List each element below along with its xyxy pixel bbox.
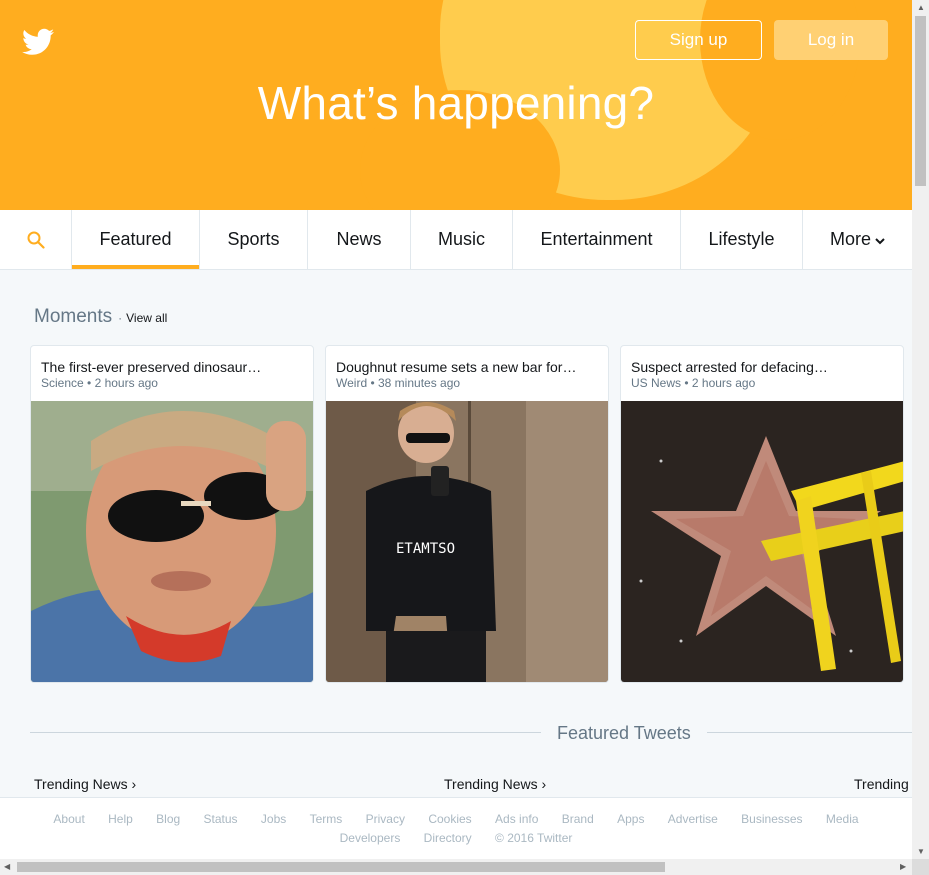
tab-news[interactable]: News [308,210,411,269]
footer-link-jobs[interactable]: Jobs [261,812,286,826]
category-nav: Featured Sports News Music Entertainment… [0,210,912,270]
trending-label: Trending News [444,776,538,792]
footer-link-status[interactable]: Status [204,812,238,826]
footer-link-advertise[interactable]: Advertise [668,812,718,826]
moment-title: Suspect arrested for defacing… [631,359,828,375]
footer-link-media[interactable]: Media [826,812,859,826]
footer-link-privacy[interactable]: Privacy [366,812,405,826]
trending-news-link[interactable]: Trending News › [34,776,136,792]
scrollbar-corner [912,859,929,875]
footer-link-help[interactable]: Help [108,812,133,826]
scroll-down-arrow-icon[interactable]: ▼ [917,847,925,856]
separator: · [118,311,123,325]
moment-title: The first-ever preserved dinosaur… [41,359,262,375]
moment-category: US News [631,376,682,390]
tab-more[interactable]: More [803,210,912,269]
footer-link-developers[interactable]: Developers [340,831,401,845]
featured-tweets-heading: Featured Tweets [557,723,691,743]
page-title: What’s happening? [257,77,655,129]
footer-link-cookies[interactable]: Cookies [428,812,471,826]
moments-title: Moments [34,306,113,327]
footer-links: About Help Blog Status Jobs Terms Privac… [0,812,912,826]
divider [30,732,541,733]
footer-link-blog[interactable]: Blog [156,812,180,826]
search-button[interactable] [0,210,72,269]
view-all-link[interactable]: View all [126,311,167,325]
twitter-bird-icon[interactable] [22,28,54,56]
trending-news-link[interactable]: Trending News › [444,776,546,792]
tab-entertainment[interactable]: Entertainment [513,210,681,269]
footer-copyright: © 2016 Twitter [495,831,573,845]
moment-time: 2 hours ago [94,376,158,390]
sign-up-button[interactable]: Sign up [635,20,762,60]
footer-link-directory[interactable]: Directory [424,831,472,845]
scroll-left-arrow-icon[interactable]: ◀ [4,862,10,871]
moment-meta: Weird • 38 minutes ago [336,376,461,390]
moment-card[interactable]: Suspect arrested for defacing… US News •… [620,345,904,683]
moments-header: Moments · View all [34,306,167,328]
moment-image [31,401,313,682]
log-in-button[interactable]: Log in [774,20,888,60]
moment-time: 38 minutes ago [378,376,461,390]
tab-lifestyle[interactable]: Lifestyle [681,210,803,269]
footer-link-about[interactable]: About [53,812,84,826]
svg-text:ETAMTSO: ETAMTSO [396,541,455,557]
footer: About Help Blog Status Jobs Terms Privac… [0,797,912,860]
scroll-up-arrow-icon[interactable]: ▲ [917,3,925,12]
scroll-right-arrow-icon[interactable]: ▶ [900,862,906,871]
chevron-right-icon: › [541,776,547,792]
moment-time: 2 hours ago [691,376,756,390]
chevron-right-icon: › [131,776,137,792]
divider [707,732,912,733]
footer-link-ads-info[interactable]: Ads info [495,812,538,826]
footer-link-terms[interactable]: Terms [310,812,343,826]
moment-meta: US News • 2 hours ago [631,376,756,390]
tab-more-label: More [829,229,871,249]
footer-link-brand[interactable]: Brand [562,812,594,826]
search-icon [27,231,45,249]
moment-image [621,401,903,682]
footer-link-apps[interactable]: Apps [617,812,644,826]
trending-label: Trending News [34,776,128,792]
tab-music[interactable]: Music [411,210,513,269]
moment-card[interactable]: Doughnut resume sets a new bar for… Weir… [325,345,609,683]
footer-link-businesses[interactable]: Businesses [741,812,802,826]
tab-featured[interactable]: Featured [72,210,200,269]
tab-sports[interactable]: Sports [200,210,308,269]
moment-category: Science [41,376,84,390]
horizontal-scroll-thumb[interactable] [17,862,665,872]
moment-category: Weird [336,376,368,390]
moment-card[interactable]: The first-ever preserved dinosaur… Scien… [30,345,314,683]
footer-links: Developers Directory © 2016 Twitter [0,831,912,845]
vertical-scroll-thumb[interactable] [915,16,926,186]
chevron-down-icon [875,238,885,245]
moment-title: Doughnut resume sets a new bar for… [336,359,577,375]
moment-image: ETAMTSO [326,401,608,682]
moment-meta: Science • 2 hours ago [41,376,158,390]
